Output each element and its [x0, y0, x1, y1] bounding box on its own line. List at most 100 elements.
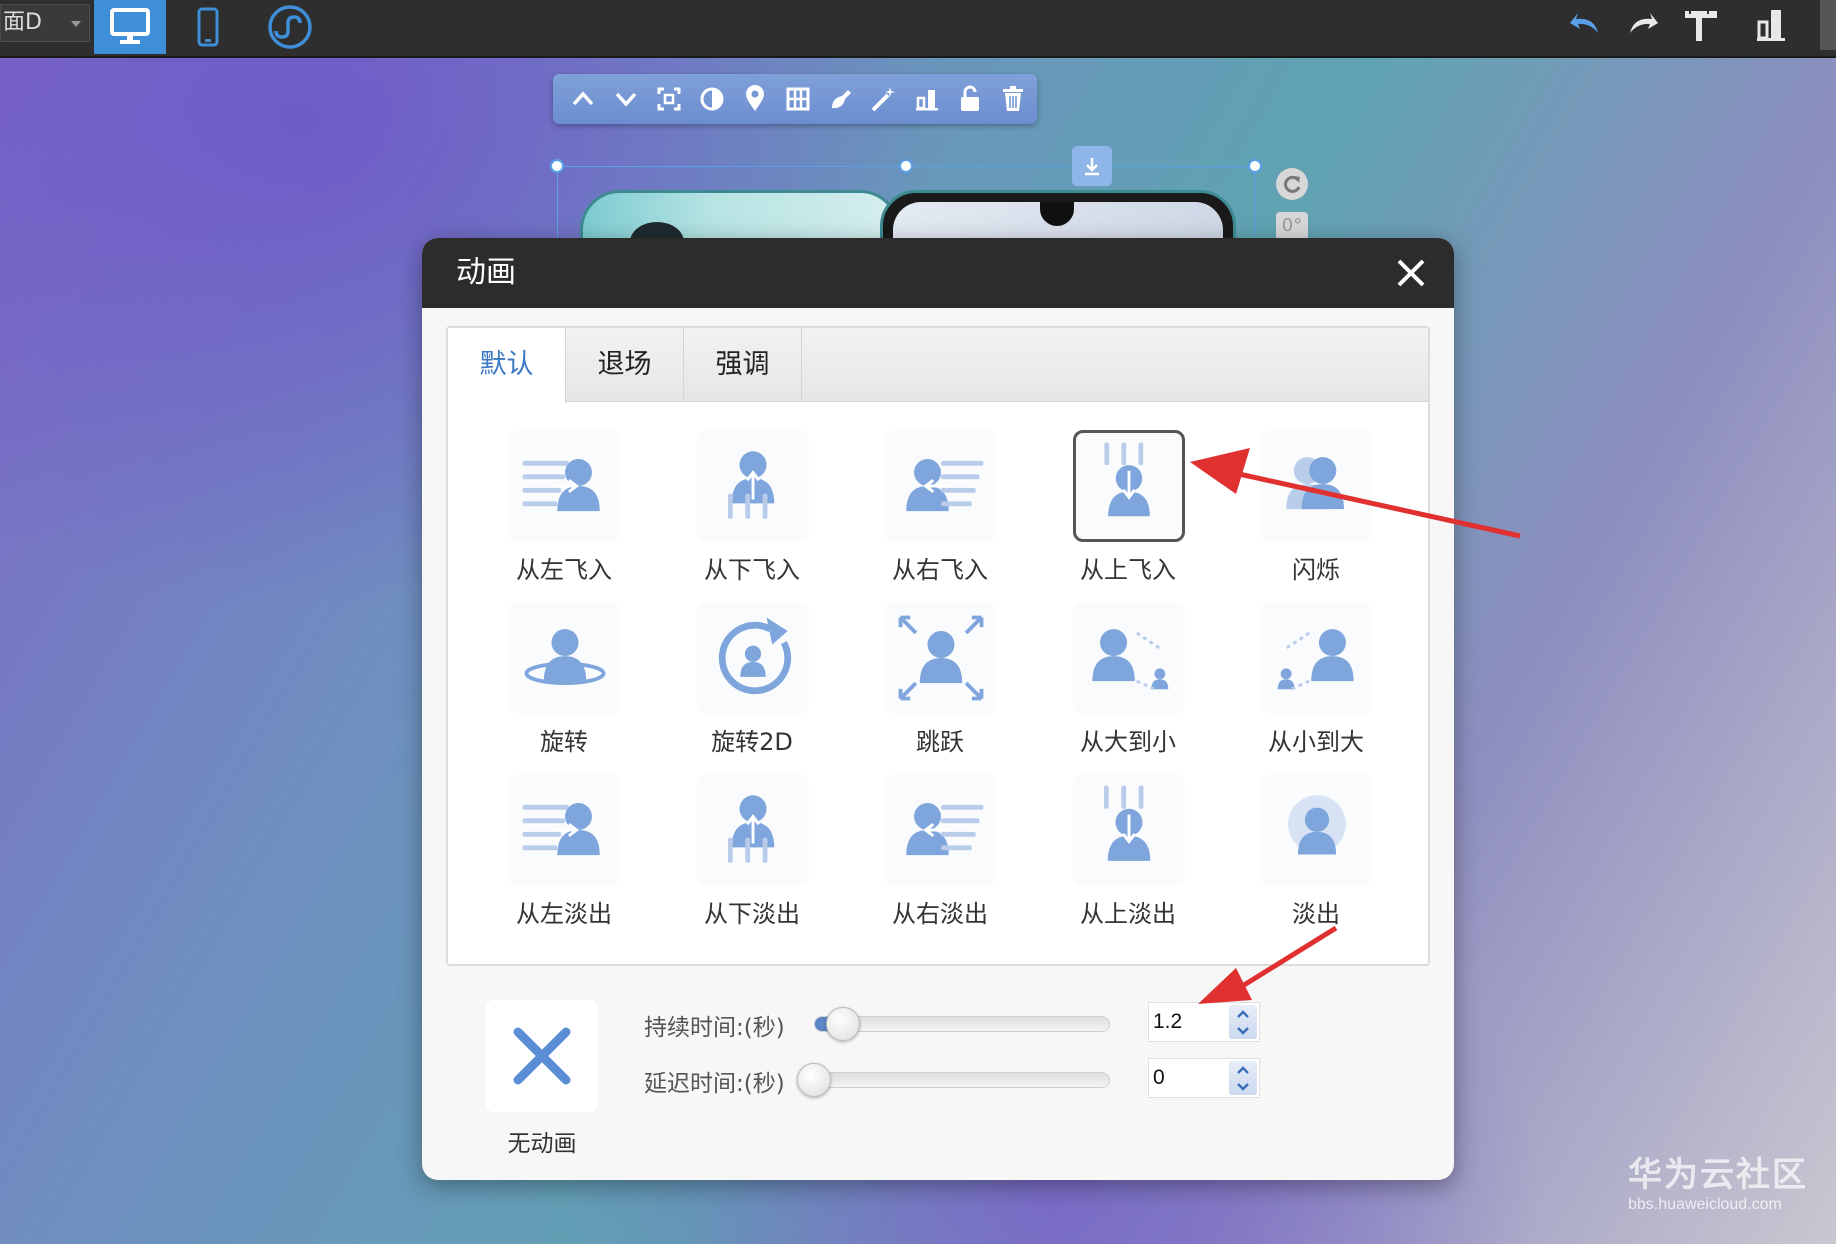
duration-input[interactable]	[1149, 1003, 1225, 1041]
monitor-icon	[110, 8, 150, 44]
animation-label: 从上淡出	[1080, 900, 1176, 928]
delay-spin-buttons	[1229, 1061, 1257, 1095]
mini-program-button[interactable]	[260, 0, 320, 54]
no-animation-button[interactable]	[486, 1000, 598, 1112]
animation-option[interactable]: 旋转	[484, 602, 644, 774]
animation-option[interactable]: 从大到小	[1048, 602, 1208, 774]
animation-option[interactable]: 从上飞入	[1048, 430, 1208, 602]
resize-handle-top[interactable]	[899, 159, 913, 173]
tab-emphasis[interactable]: 强调	[684, 328, 802, 402]
animation-label: 旋转	[540, 728, 588, 756]
animation-option[interactable]: 从上淡出	[1048, 774, 1208, 946]
mobile-view-button[interactable]	[185, 0, 231, 54]
tab-exit[interactable]: 退场	[566, 328, 684, 402]
rotate-button[interactable]	[1276, 168, 1308, 200]
animation-option[interactable]: 从右淡出	[860, 774, 1020, 946]
resize-handle-tl[interactable]	[550, 159, 564, 173]
chart-button[interactable]	[1748, 0, 1794, 50]
resize-handle-tr[interactable]	[1248, 159, 1262, 173]
animation-option[interactable]: 从左淡出	[484, 774, 644, 946]
delay-stepper[interactable]	[1148, 1058, 1260, 1098]
delay-input[interactable]	[1149, 1059, 1225, 1097]
delay-label: 延迟时间:(秒)	[644, 1071, 785, 1097]
duration-spin-buttons	[1229, 1005, 1257, 1039]
chevron-up-icon	[1237, 1009, 1249, 1018]
unlock-icon[interactable]	[954, 83, 986, 115]
delay-slider[interactable]	[797, 1063, 1110, 1097]
close-icon	[1397, 259, 1425, 287]
chevron-down-icon	[71, 21, 81, 27]
fly-in-right-icon	[885, 430, 997, 542]
animation-label: 从小到大	[1268, 728, 1364, 756]
paint-icon[interactable]	[825, 83, 857, 115]
animation-label: 旋转2D	[711, 728, 793, 756]
fly-in-top-icon	[1073, 430, 1185, 542]
jump-icon	[885, 602, 997, 714]
chevron-down-icon	[1237, 1026, 1249, 1035]
trash-icon[interactable]	[997, 83, 1029, 115]
mini-program-icon	[268, 5, 312, 49]
animation-label: 闪烁	[1292, 556, 1340, 584]
rotate-2d-icon	[697, 602, 809, 714]
undo-icon	[1570, 13, 1598, 33]
animation-option[interactable]: 闪烁	[1236, 430, 1396, 602]
contrast-icon[interactable]	[696, 83, 728, 115]
animation-label: 淡出	[1292, 900, 1340, 928]
dialog-title: 动画	[456, 255, 516, 290]
animation-option[interactable]: 旋转2D	[672, 602, 832, 774]
fade-out-left-icon	[509, 774, 621, 886]
download-icon	[1085, 158, 1099, 176]
no-animation-label: 无动画	[507, 1131, 577, 1157]
download-button[interactable]	[1072, 146, 1112, 186]
duration-stepper[interactable]	[1148, 1002, 1260, 1042]
redo-button[interactable]	[1620, 0, 1666, 50]
phone-icon	[197, 7, 219, 47]
page-dropdown-label: 面D	[3, 10, 42, 35]
pin-icon[interactable]	[739, 83, 771, 115]
animation-option[interactable]: 跳跃	[860, 602, 1020, 774]
move-down-icon[interactable]	[610, 83, 642, 115]
duration-label: 持续时间:(秒)	[644, 1015, 785, 1041]
delay-decrement-button[interactable]	[1229, 1078, 1257, 1095]
rotate-icon	[509, 602, 621, 714]
animation-option[interactable]: 从下飞入	[672, 430, 832, 602]
grid-icon[interactable]	[782, 83, 814, 115]
fly-in-bottom-icon	[697, 430, 809, 542]
crop-icon[interactable]	[653, 83, 685, 115]
refresh-icon	[1284, 175, 1301, 193]
angle-badge: 0°	[1276, 212, 1308, 240]
animation-option[interactable]: 从下淡出	[672, 774, 832, 946]
align-icon[interactable]	[911, 83, 943, 115]
duration-decrement-button[interactable]	[1229, 1022, 1257, 1039]
animation-label: 从下淡出	[704, 900, 800, 928]
ruler-button[interactable]	[1678, 0, 1724, 50]
animation-label: 从大到小	[1080, 728, 1176, 756]
duration-increment-button[interactable]	[1229, 1005, 1257, 1022]
delay-increment-button[interactable]	[1229, 1061, 1257, 1078]
desktop-view-button[interactable]	[94, 0, 166, 54]
shrink-icon	[1073, 602, 1185, 714]
undo-button[interactable]	[1562, 0, 1608, 50]
animation-option[interactable]: 淡出	[1236, 774, 1396, 946]
move-up-icon[interactable]	[567, 83, 599, 115]
animation-label: 从右飞入	[892, 556, 988, 584]
delay-slider-thumb[interactable]	[797, 1063, 831, 1097]
animation-option[interactable]: 从左飞入	[484, 430, 644, 602]
animation-option[interactable]: 从右飞入	[860, 430, 1020, 602]
fade-out-icon	[1261, 774, 1373, 886]
redo-icon	[1630, 13, 1658, 33]
chart-icon	[1757, 10, 1785, 41]
animation-dialog: 动画 默认 退场 强调 从左飞入 从下飞入 从右飞入 从上飞入 闪烁旋转 旋转2D 跳跃 从大…	[422, 238, 1454, 1180]
animation-option[interactable]: 从小到大	[1236, 602, 1396, 774]
close-button[interactable]	[1394, 256, 1428, 290]
toolbar-overflow	[1820, 0, 1836, 50]
page-dropdown[interactable]: 面D	[0, 4, 90, 42]
flash-icon	[1261, 430, 1373, 542]
animation-tabs: 默认 退场 强调	[448, 328, 1428, 403]
tab-default[interactable]: 默认	[448, 328, 566, 403]
duration-slider[interactable]	[814, 1007, 1110, 1041]
top-toolbar: 面D	[0, 0, 1836, 58]
magic-wand-icon[interactable]	[868, 83, 900, 115]
chevron-up-icon	[1237, 1065, 1249, 1074]
duration-slider-thumb[interactable]	[826, 1007, 860, 1041]
